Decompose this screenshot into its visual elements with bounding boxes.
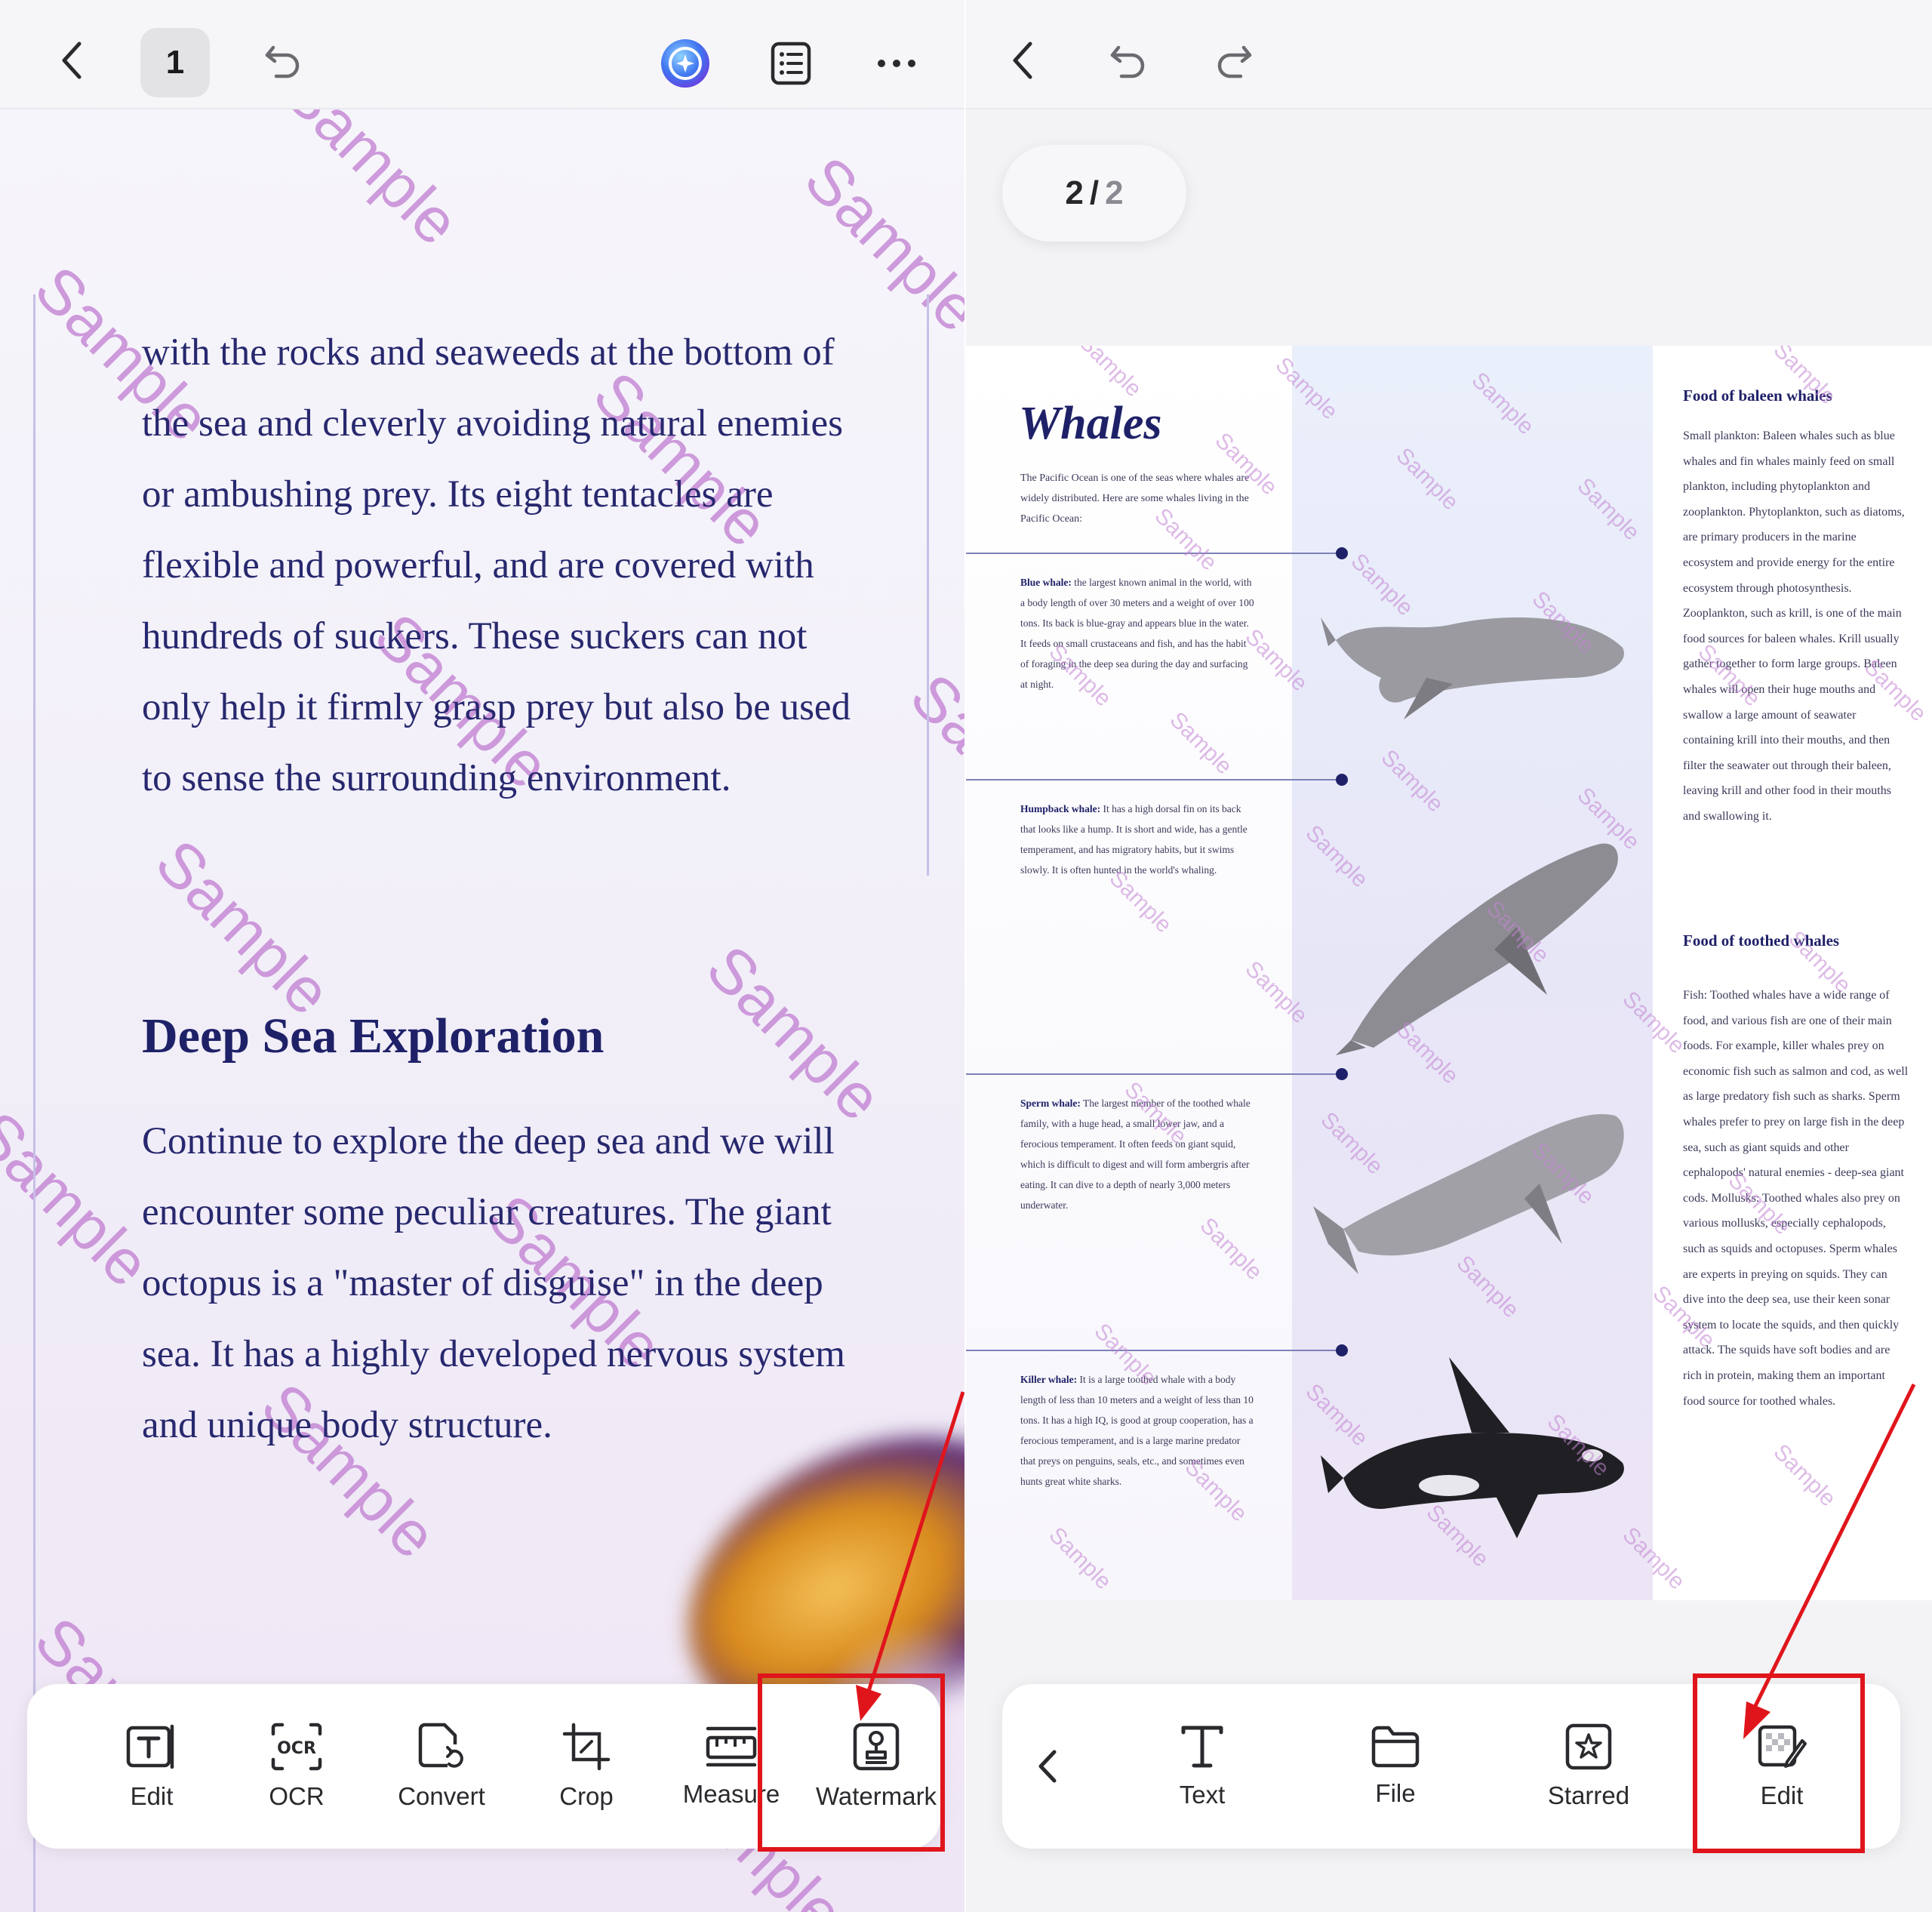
food-baleen-title: Food of baleen whales — [1683, 386, 1832, 405]
outline-button[interactable] — [761, 33, 821, 94]
back-button[interactable] — [45, 30, 98, 91]
text-icon — [1181, 1726, 1223, 1768]
tool-crop-label: Crop — [559, 1782, 614, 1810]
timeline-dot — [1336, 547, 1348, 559]
ocr-icon: OCR — [271, 1723, 322, 1771]
folder-icon — [1371, 1726, 1420, 1768]
page-current: 2 — [1065, 174, 1084, 211]
page-border-line — [33, 294, 35, 1912]
page-number-badge[interactable]: 1 — [140, 28, 210, 97]
timeline-dot — [1336, 1344, 1348, 1356]
top-bar: 1 — [0, 0, 966, 109]
heading-deep-sea[interactable]: Deep Sea Exploration — [142, 1008, 604, 1065]
whale-desc: the largest known animal in the world, w… — [1020, 577, 1254, 690]
divider-line — [966, 1073, 1343, 1075]
tool-convert-label: Convert — [398, 1782, 485, 1810]
left-screen: Sample Sample Sample Sample Sample Sampl… — [0, 0, 966, 1912]
whale-name: Blue whale: — [1020, 577, 1072, 588]
paragraph-deep-sea[interactable]: Continue to explore the deep sea and we … — [142, 1106, 859, 1461]
food-toothed-title: Food of toothed whales — [1683, 931, 1840, 950]
paragraph-octopus[interactable]: with the rocks and seaweeds at the botto… — [142, 317, 859, 814]
divider-line — [966, 553, 1343, 554]
undo-button[interactable] — [1102, 34, 1155, 87]
tool-starred-label: Starred — [1547, 1781, 1630, 1809]
tool-edit-label: Edit — [130, 1782, 174, 1810]
ai-assistant-button[interactable] — [655, 33, 715, 94]
right-screen: 2 / 2 Whales The Pacific Ocean is one of… — [966, 0, 1932, 1912]
redo-icon — [1217, 45, 1252, 79]
timeline-dot — [1336, 1068, 1348, 1080]
blue-whale-image — [1321, 617, 1624, 719]
tool-ocr-label: OCR — [269, 1782, 325, 1810]
more-horizontal-icon — [878, 60, 915, 67]
convert-icon — [418, 1723, 463, 1768]
humpback-whale-image — [1336, 843, 1618, 1055]
doc-intro: The Pacific Ocean is one of the seas whe… — [1020, 473, 1250, 525]
tool-file[interactable]: File — [1324, 1684, 1467, 1849]
page-separator: / — [1089, 174, 1100, 211]
undo-button[interactable] — [257, 34, 309, 87]
tool-crop[interactable]: Crop — [515, 1684, 658, 1849]
whale-blue: Blue whale: the largest known animal in … — [1020, 572, 1254, 694]
page-counter: 2 / 2 — [1002, 145, 1186, 242]
undo-icon — [265, 45, 300, 79]
crop-icon — [562, 1723, 611, 1771]
measure-icon — [706, 1726, 757, 1767]
whale-name: Killer whale: — [1020, 1374, 1078, 1385]
back-button[interactable] — [996, 30, 1049, 91]
toolbar-back-button[interactable] — [1017, 1736, 1078, 1797]
watermark-mark: Sample — [693, 931, 896, 1135]
highlight-box-edit — [1693, 1673, 1865, 1853]
redo-button[interactable] — [1208, 34, 1260, 87]
page-border-line — [927, 294, 929, 876]
ai-assistant-icon — [661, 39, 709, 88]
whale-sperm: Sperm whale: The largest member of the t… — [1020, 1093, 1254, 1215]
page-total: 2 — [1105, 174, 1124, 211]
whale-name: Humpback whale: — [1020, 803, 1101, 814]
whale-killer: Killer whale: It is a large toothed whal… — [1020, 1369, 1254, 1492]
food-toothed-text: Fish: Toothed whales have a wide range o… — [1683, 989, 1909, 1408]
tool-text[interactable]: Text — [1131, 1684, 1274, 1849]
more-button[interactable] — [866, 33, 927, 94]
tool-ocr[interactable]: OCR OCR — [225, 1684, 368, 1849]
doc-title: Whales — [1019, 398, 1162, 449]
watermark-mark: Sample — [791, 143, 966, 346]
food-baleen-text: Small plankton: Baleen whales such as bl… — [1683, 430, 1905, 823]
svg-text:OCR: OCR — [277, 1739, 316, 1758]
edit-text-icon — [126, 1724, 174, 1769]
star-icon — [1565, 1723, 1612, 1770]
whale-desc: The largest member of the toothed whale … — [1020, 1098, 1251, 1211]
document-page[interactable]: Whales The Pacific Ocean is one of the s… — [966, 346, 1932, 1600]
list-icon — [771, 42, 811, 85]
tool-convert[interactable]: Convert — [370, 1684, 513, 1849]
chevron-left-icon — [1013, 42, 1032, 79]
watermark-mark: Sample — [142, 826, 345, 1029]
tool-file-label: File — [1375, 1779, 1416, 1807]
chevron-left-icon — [62, 42, 82, 79]
divider-line — [966, 1350, 1343, 1351]
sperm-whale-image — [1313, 1114, 1624, 1274]
killer-whale-image — [1321, 1357, 1624, 1538]
chevron-left-icon — [1038, 1750, 1057, 1783]
tool-starred[interactable]: Starred — [1517, 1684, 1660, 1849]
whale-humpback: Humpback whale: It has a high dorsal fin… — [1020, 799, 1254, 880]
timeline-dot — [1336, 774, 1348, 786]
top-bar — [966, 0, 1932, 109]
divider-line — [966, 779, 1343, 781]
whale-desc: It is a large toothed whale with a body … — [1020, 1374, 1254, 1487]
undo-icon — [1110, 45, 1145, 79]
tool-edit[interactable]: Edit — [80, 1684, 223, 1849]
watermark-mark: Sample — [897, 660, 966, 863]
tool-text-label: Text — [1179, 1781, 1226, 1809]
highlight-box-watermark — [758, 1673, 945, 1852]
whale-name: Sperm whale: — [1020, 1098, 1081, 1109]
watermark-mark: Sample — [0, 1098, 164, 1301]
